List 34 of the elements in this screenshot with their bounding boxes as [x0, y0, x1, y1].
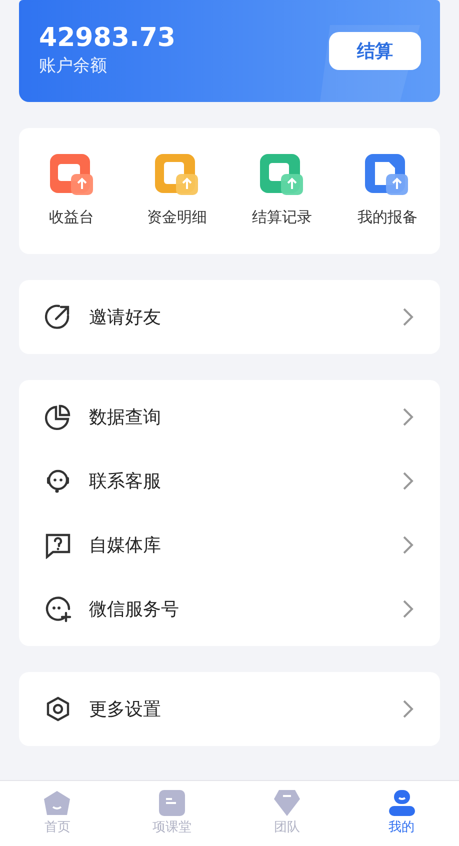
home-icon [43, 790, 72, 816]
shortcut-button[interactable]: 我的报备 [334, 154, 440, 228]
chevron-right-icon [402, 535, 414, 555]
pie-chart-icon [44, 403, 72, 431]
shield-icon [272, 790, 301, 816]
settings-icon [44, 695, 72, 723]
settle-button[interactable]: 结算 [329, 32, 421, 70]
balance-label: 账户余额 [39, 55, 108, 78]
user-icon [388, 790, 416, 816]
chevron-right-icon [402, 307, 414, 327]
chevron-right-icon [402, 699, 414, 719]
menu-item[interactable]: 数据查询 [19, 385, 440, 449]
ledger-icon [154, 154, 199, 196]
wallet-icon [50, 154, 94, 196]
balance-amount: 42983.73 [39, 22, 176, 54]
menu-item[interactable]: 微信服务号 [19, 577, 440, 641]
menu-item[interactable]: 联系客服 [19, 449, 440, 513]
shortcut-button[interactable]: 收益台 [19, 154, 124, 228]
chevron-right-icon [402, 471, 414, 491]
shortcut-button[interactable]: 资金明细 [124, 154, 230, 228]
menu-item[interactable]: 自媒体库 [19, 513, 440, 577]
headset-icon [44, 467, 72, 495]
book-icon [158, 790, 186, 816]
menu-item[interactable]: 更多设置 [19, 677, 440, 741]
question-chat-icon [44, 531, 72, 559]
chevron-right-icon [402, 599, 414, 619]
chat-add-icon [44, 595, 72, 623]
document-icon [365, 154, 410, 196]
record-icon [260, 154, 304, 196]
nav-tab[interactable]: 我的 [344, 781, 459, 846]
shortcut-button[interactable]: 结算记录 [230, 154, 335, 228]
share-icon [44, 303, 72, 331]
chevron-right-icon [402, 407, 414, 427]
menu-item[interactable]: 邀请好友 [19, 285, 440, 349]
